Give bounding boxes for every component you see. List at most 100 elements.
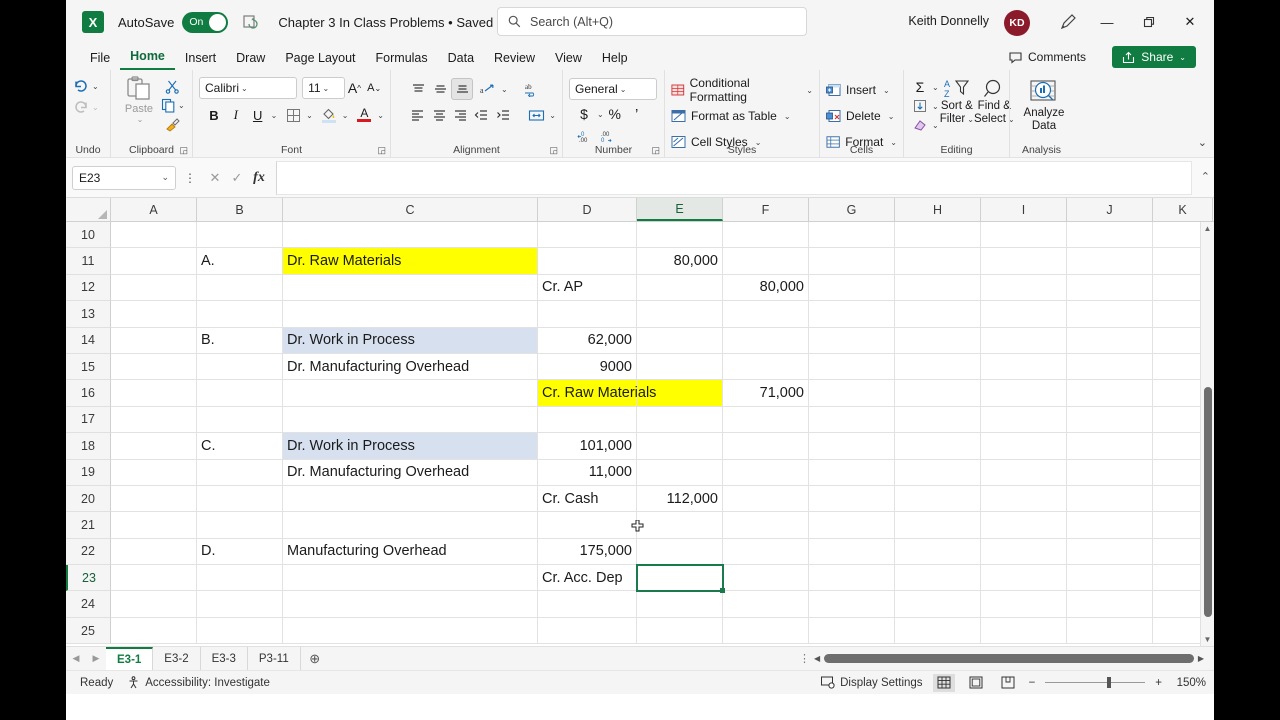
align-right-button[interactable] (450, 104, 471, 126)
cell-F23[interactable] (723, 565, 809, 592)
cell-A10[interactable] (111, 222, 197, 249)
cell-A11[interactable] (111, 248, 197, 275)
cell-E23[interactable] (636, 564, 725, 594)
cell-D15[interactable]: 9000 (538, 353, 637, 381)
restore-button[interactable] (1130, 8, 1168, 36)
cell-C24[interactable] (283, 591, 538, 618)
cell-G19[interactable] (809, 459, 895, 486)
merge-dropdown-icon[interactable]: ⌄ (549, 111, 556, 120)
cell-D12[interactable]: Cr. AP (538, 274, 637, 302)
ribbon-tab-review[interactable]: Review (484, 51, 545, 70)
fill-color-dropdown-icon[interactable]: ⌄ (342, 111, 349, 120)
cell-D25[interactable] (538, 617, 637, 645)
ribbon-tab-insert[interactable]: Insert (175, 51, 226, 70)
search-input[interactable]: Search (Alt+Q) (497, 7, 807, 36)
autosave-toggle[interactable]: On (182, 11, 229, 33)
cell-B23[interactable] (197, 565, 283, 592)
cell-J23[interactable] (1067, 565, 1153, 592)
cell-B11[interactable]: A. (197, 248, 283, 275)
cell-A19[interactable] (111, 459, 197, 486)
cell-D21[interactable] (538, 512, 637, 539)
fill-button[interactable]: ⌄ (910, 97, 939, 115)
number-dialog-launcher[interactable]: ◲ (651, 145, 660, 156)
formula-bar-more-icon[interactable]: ⋮ (184, 171, 196, 185)
column-header-c[interactable]: C (283, 198, 538, 221)
text-orientation-button[interactable]: a (477, 78, 499, 100)
row-header-14[interactable]: 14 (66, 327, 111, 354)
cell-G15[interactable] (809, 353, 895, 381)
sheet-tab-p3-11[interactable]: P3-11 (248, 646, 301, 671)
cell-A12[interactable] (111, 274, 197, 302)
cell-A15[interactable] (111, 353, 197, 381)
currency-button[interactable]: $ (573, 103, 595, 125)
font-dialog-launcher[interactable]: ◲ (377, 145, 386, 156)
row-header-23[interactable]: 23 (66, 565, 111, 592)
underline-dropdown-icon[interactable]: ⌄ (271, 111, 278, 120)
row-header-21[interactable]: 21 (66, 512, 111, 539)
insert-function-button[interactable]: fx (248, 166, 270, 190)
format-painter-button[interactable] (161, 116, 185, 133)
cell-C21[interactable] (283, 512, 538, 539)
insert-cells-button[interactable]: Insert ⌄ (826, 78, 897, 102)
cell-I22[interactable] (981, 538, 1067, 566)
cell-C15[interactable]: Dr. Manufacturing Overhead (283, 353, 538, 381)
number-format-select[interactable]: General ⌄ (569, 78, 657, 100)
analyze-data-button[interactable]: Analyze Data (1016, 79, 1072, 133)
ribbon-tab-file[interactable]: File (80, 51, 120, 70)
cell-G18[interactable] (809, 433, 895, 460)
cell-D17[interactable] (538, 406, 637, 434)
cell-F14[interactable] (723, 327, 809, 354)
cell-J11[interactable] (1067, 248, 1153, 275)
cell-G17[interactable] (809, 406, 895, 434)
page-layout-view-button[interactable] (965, 674, 987, 692)
row-header-18[interactable]: 18 (66, 433, 111, 460)
share-button[interactable]: Share ⌄ (1112, 46, 1196, 68)
ribbon-tab-formulas[interactable]: Formulas (366, 51, 438, 70)
cell-G20[interactable] (809, 485, 895, 513)
cell-C13[interactable] (283, 301, 538, 328)
cell-G24[interactable] (809, 591, 895, 618)
cell-H16[interactable] (895, 380, 981, 407)
cell-B13[interactable] (197, 301, 283, 328)
pen-annotate-icon[interactable] (1058, 12, 1080, 34)
formula-input[interactable] (276, 160, 1192, 195)
conditional-formatting-button[interactable]: Conditional Formatting ⌄ (671, 76, 813, 104)
cell-E25[interactable] (637, 617, 723, 645)
column-header-k[interactable]: K (1153, 198, 1213, 221)
row-header-12[interactable]: 12 (66, 274, 111, 302)
cell-I18[interactable] (981, 433, 1067, 460)
cell-I23[interactable] (981, 565, 1067, 592)
cell-A23[interactable] (111, 565, 197, 592)
percent-button[interactable]: % (604, 103, 626, 125)
ribbon-tab-home[interactable]: Home (120, 49, 175, 70)
cell-D18[interactable]: 101,000 (538, 433, 637, 460)
row-header-24[interactable]: 24 (66, 591, 111, 618)
cell-C10[interactable] (283, 222, 538, 249)
name-box[interactable]: E23 ⌄ (72, 165, 176, 190)
cell-F17[interactable] (723, 406, 809, 434)
horizontal-scrollbar[interactable]: ◀ ▶ (814, 653, 1204, 665)
cell-A14[interactable] (111, 327, 197, 354)
cell-G21[interactable] (809, 512, 895, 539)
cell-C23[interactable] (283, 565, 538, 592)
cell-F25[interactable] (723, 617, 809, 645)
zoom-level[interactable]: 150% (1172, 677, 1206, 689)
currency-dropdown-icon[interactable]: ⌄ (597, 110, 604, 119)
shrink-font-button[interactable]: A ⌄ (364, 77, 384, 99)
underline-button[interactable]: U (247, 104, 269, 126)
display-settings-button[interactable]: Display Settings (821, 676, 923, 689)
previous-sheet-button[interactable]: ◀ (66, 653, 86, 664)
cell-B10[interactable] (197, 222, 283, 249)
cell-D13[interactable] (538, 301, 637, 328)
sheet-tab-e3-3[interactable]: E3-3 (201, 646, 248, 671)
add-sheet-button[interactable]: ⊕ (301, 651, 329, 667)
zoom-in-button[interactable]: + (1155, 677, 1162, 689)
cell-G14[interactable] (809, 327, 895, 354)
sync-icon[interactable] (242, 13, 260, 31)
cell-C25[interactable] (283, 617, 538, 645)
cell-A17[interactable] (111, 406, 197, 434)
decrease-indent-button[interactable] (471, 104, 492, 126)
cell-J14[interactable] (1067, 327, 1153, 354)
cell-D23[interactable]: Cr. Acc. Dep (538, 565, 637, 592)
cell-D11[interactable] (538, 248, 637, 275)
